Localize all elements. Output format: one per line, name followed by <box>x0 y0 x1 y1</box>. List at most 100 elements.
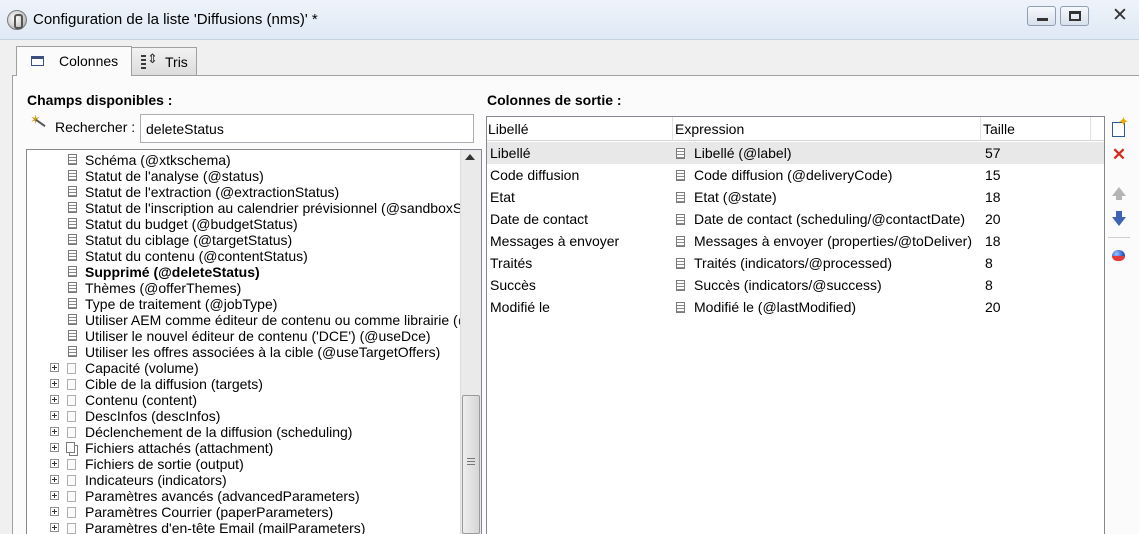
scroll-thumb[interactable] <box>462 395 480 534</box>
tree-item[interactable]: Fichiers de sortie (output) <box>27 456 462 472</box>
tree-item[interactable]: Statut du budget (@budgetStatus) <box>27 216 462 232</box>
tree-item-label: Utiliser les offres associées à la cible… <box>85 344 441 360</box>
tree-item[interactable]: Indicateurs (indicators) <box>27 472 462 488</box>
tree-item[interactable]: Déclenchement de la diffusion (schedulin… <box>27 424 462 440</box>
tree-item[interactable]: Paramètres Courrier (paperParameters) <box>27 504 462 520</box>
tree-item[interactable]: Utiliser les offres associées à la cible… <box>27 344 462 360</box>
tree-item[interactable]: Capacité (volume) <box>27 360 462 376</box>
configuration-window: Configuration de la liste 'Diffusions (n… <box>0 0 1139 534</box>
add-icon[interactable] <box>1110 114 1129 137</box>
tree-item[interactable]: Thèmes (@offerThemes) <box>27 280 462 296</box>
tree-item[interactable]: Statut de l'extraction (@extractionStatu… <box>27 184 462 200</box>
expand-plus-icon[interactable] <box>50 411 59 420</box>
tree-item[interactable]: Paramètres d'en-tête Email (mailParamete… <box>27 520 462 534</box>
tree-item[interactable]: Utiliser le nouvel éditeur de contenu ('… <box>27 328 462 344</box>
fields-tree[interactable]: Schéma (@xtkschema) Statut de l'analyse (… <box>26 149 482 534</box>
expand-plus-icon[interactable] <box>50 491 59 500</box>
tree-item[interactable]: Statut du contenu (@contentStatus) <box>27 248 462 264</box>
tree-scrollbar[interactable] <box>460 150 481 534</box>
column-separator[interactable] <box>1090 117 1091 141</box>
attribute-icon <box>68 170 77 181</box>
tree-item-label: Statut de l'inscription au calendrier pr… <box>85 200 462 216</box>
move-up-icon[interactable] <box>1110 184 1128 202</box>
minimize-button[interactable] <box>1027 6 1056 26</box>
cell-expression: Modifié le (@lastModified) <box>694 299 857 315</box>
delete-icon[interactable] <box>1110 146 1128 164</box>
tree-item-label: Supprimé (@deleteStatus) <box>85 264 260 280</box>
cell-size: 15 <box>985 167 1001 183</box>
tree-item[interactable]: Type de traitement (@jobType) <box>27 296 462 312</box>
column-header-taille[interactable]: Taille <box>983 121 1015 137</box>
expand-plus-icon[interactable] <box>50 443 59 452</box>
maximize-button[interactable] <box>1060 6 1089 26</box>
attribute-icon <box>676 170 685 181</box>
expand-plus-icon[interactable] <box>50 475 59 484</box>
tree-item[interactable]: Fichiers attachés (attachment) <box>27 440 462 456</box>
title-bar[interactable]: Configuration de la liste 'Diffusions (n… <box>0 0 1139 40</box>
tab-colonnes[interactable]: Colonnes <box>16 46 132 76</box>
element-icon <box>67 411 76 422</box>
table-row[interactable]: Succès Succès (indicators/@success) 8 <box>487 274 1104 296</box>
column-header-libelle[interactable]: Libellé <box>488 121 528 137</box>
expand-plus-icon[interactable] <box>50 379 59 388</box>
search-input[interactable] <box>140 114 474 143</box>
move-down-icon[interactable] <box>1110 210 1128 228</box>
tab-tris[interactable]: Tris <box>131 47 197 75</box>
table-row[interactable]: Libellé Libellé (@label) 57 <box>487 142 1104 164</box>
table-row[interactable]: Date de contact Date de contact (scheduli… <box>487 208 1104 230</box>
tree-item-label: Indicateurs (indicators) <box>85 472 227 488</box>
minimize-icon <box>1037 18 1048 21</box>
toolbar-separator <box>1108 237 1130 238</box>
tree-item-label: Schéma (@xtkschema) <box>85 152 231 168</box>
table-row[interactable]: Modifié le Modifié le (@lastModified) 20 <box>487 296 1104 318</box>
cell-size: 18 <box>985 233 1001 249</box>
grid-header: Libellé Expression Taille <box>487 117 1104 141</box>
formula-icon[interactable] <box>1110 247 1128 265</box>
output-columns-grid[interactable]: Libellé Expression Taille Libellé Libellé… <box>486 116 1105 534</box>
close-button[interactable]: ✕ <box>1100 6 1139 26</box>
tree-item[interactable]: Utiliser AEM comme éditeur de contenu ou… <box>27 312 462 328</box>
tree-item[interactable]: Statut de l'inscription au calendrier pr… <box>27 200 462 216</box>
expand-plus-icon[interactable] <box>50 427 59 436</box>
column-separator[interactable] <box>980 117 981 141</box>
attribute-icon <box>68 282 77 293</box>
tree-item[interactable]: Paramètres avancés (advancedParameters) <box>27 488 462 504</box>
tree-item[interactable]: DescInfos (descInfos) <box>27 408 462 424</box>
tree-item-label: Statut du budget (@budgetStatus) <box>85 216 298 232</box>
attribute-icon <box>68 298 77 309</box>
tree-item-label: Déclenchement de la diffusion (schedulin… <box>85 424 353 440</box>
tree-item-label: Fichiers attachés (attachment) <box>85 440 274 456</box>
tree-item-label: Thèmes (@offerThemes) <box>85 280 242 296</box>
attribute-icon <box>676 280 685 291</box>
expand-plus-icon[interactable] <box>50 363 59 372</box>
attribute-icon <box>68 154 77 165</box>
expand-plus-icon[interactable] <box>50 459 59 468</box>
maximize-icon <box>1069 11 1081 21</box>
scroll-up-arrow-icon[interactable] <box>465 154 475 160</box>
tree-item[interactable]: Statut du ciblage (@targetStatus) <box>27 232 462 248</box>
cell-expression: Succès (indicators/@success) <box>694 277 882 293</box>
table-row[interactable]: Code diffusion Code diffusion (@deliveryC… <box>487 164 1104 186</box>
expand-plus-icon[interactable] <box>50 523 59 532</box>
available-fields-heading: Champs disponibles : <box>27 92 173 108</box>
expand-plus-icon[interactable] <box>50 507 59 516</box>
attribute-icon <box>676 214 685 225</box>
attribute-icon <box>676 148 685 159</box>
table-row[interactable]: Etat Etat (@state) 18 <box>487 186 1104 208</box>
tree-item[interactable]: Cible de la diffusion (targets) <box>27 376 462 392</box>
tree-item[interactable]: Supprimé (@deleteStatus) <box>27 264 462 280</box>
column-header-expression[interactable]: Expression <box>675 121 744 137</box>
tree-item-label: Fichiers de sortie (output) <box>85 456 244 472</box>
expand-plus-icon[interactable] <box>50 395 59 404</box>
tree-item[interactable]: Contenu (content) <box>27 392 462 408</box>
column-separator[interactable] <box>672 117 673 141</box>
tree-item-label: Contenu (content) <box>85 392 198 408</box>
table-row[interactable]: Messages à envoyer Messages à envoyer (pr… <box>487 230 1104 252</box>
tree-item-label: Paramètres avancés (advancedParameters) <box>85 488 360 504</box>
tree-item-label: Utiliser le nouvel éditeur de contenu ('… <box>85 328 431 344</box>
tree-item[interactable]: Statut de l'analyse (@status) <box>27 168 462 184</box>
element-icon <box>67 459 76 470</box>
table-row[interactable]: Traités Traités (indicators/@processed) 8 <box>487 252 1104 274</box>
tree-item[interactable]: Schéma (@xtkschema) <box>27 152 462 168</box>
cell-size: 8 <box>985 255 993 271</box>
